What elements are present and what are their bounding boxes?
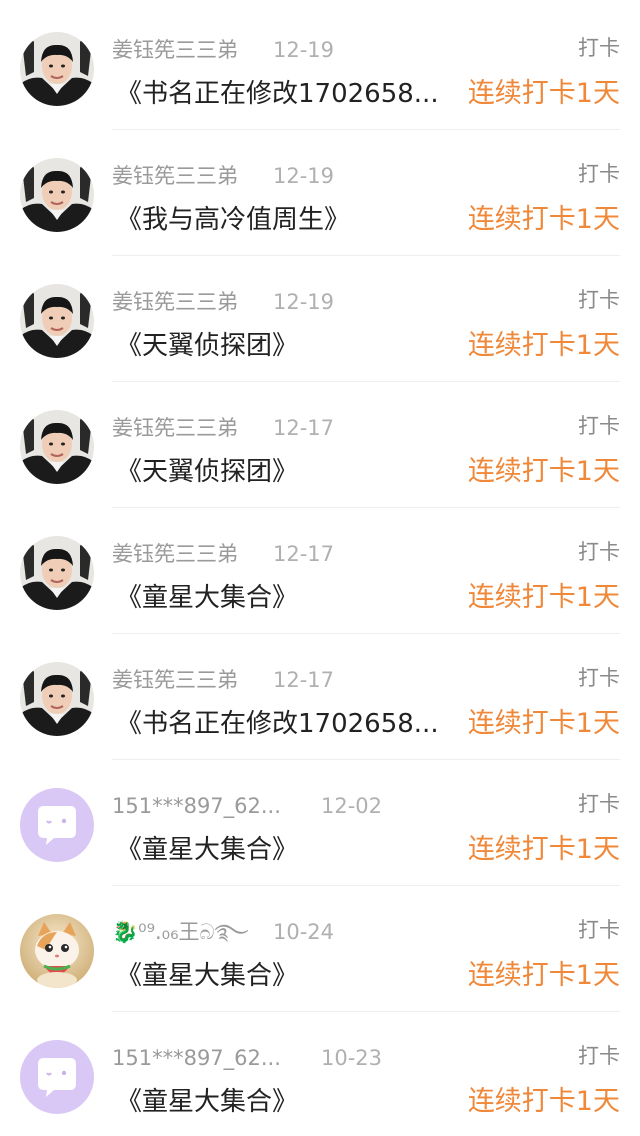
checkin-record-row[interactable]: 姜钰筅三三弟 12-19 打卡 《天翼侦探团》 连续打卡1天 — [0, 256, 640, 382]
checkin-date: 12-17 — [273, 416, 335, 440]
user-name[interactable]: 姜钰筅三三弟 — [112, 161, 298, 191]
book-title[interactable]: 《童星大集合》 — [116, 956, 448, 996]
checkin-record-row[interactable]: 姜钰筅三三弟 12-19 打卡 《书名正在修改1702658... 连续打卡1天 — [0, 4, 640, 130]
checkin-tag: 打卡 — [578, 414, 620, 438]
checkin-tag: 打卡 — [578, 288, 620, 312]
book-title[interactable]: 《书名正在修改1702658... — [116, 74, 448, 114]
book-title[interactable]: 《童星大集合》 — [116, 578, 448, 618]
checkin-tag: 打卡 — [578, 162, 620, 186]
checkin-record-row[interactable]: 🐉⁰⁹.₀₆王බ࿐ 10-24 打卡 《童星大集合》 连续打卡1天 — [0, 886, 640, 1012]
streak-label: 连续打卡1天 — [467, 960, 620, 991]
streak-label: 连续打卡1天 — [467, 456, 620, 487]
chat-bubble-icon — [20, 788, 94, 862]
checkin-date: 12-19 — [273, 38, 335, 62]
book-title[interactable]: 《天翼侦探团》 — [116, 326, 448, 366]
user-name[interactable]: 姜钰筅三三弟 — [112, 413, 298, 443]
streak-label: 连续打卡1天 — [467, 1086, 620, 1117]
streak-label: 连续打卡1天 — [467, 834, 620, 865]
user-avatar[interactable] — [20, 536, 94, 610]
streak-label: 连续打卡1天 — [467, 204, 620, 235]
user-avatar[interactable] — [20, 914, 94, 988]
user-avatar[interactable] — [20, 788, 94, 862]
checkin-date: 12-19 — [273, 164, 335, 188]
checkin-record-list: 姜钰筅三三弟 12-19 打卡 《书名正在修改1702658... 连续打卡1天… — [0, 0, 640, 1136]
streak-label: 连续打卡1天 — [467, 78, 620, 109]
checkin-tag: 打卡 — [578, 540, 620, 564]
user-name[interactable]: 151***897_62... — [112, 1043, 298, 1073]
checkin-date: 12-17 — [273, 542, 335, 566]
book-title[interactable]: 《我与高冷值周生》 — [116, 200, 448, 240]
streak-label: 连续打卡1天 — [467, 582, 620, 613]
checkin-tag: 打卡 — [578, 1044, 620, 1068]
kitten-photo-icon — [20, 914, 94, 988]
boy-photo-icon — [20, 32, 94, 106]
user-name[interactable]: 姜钰筅三三弟 — [112, 35, 298, 65]
checkin-date: 10-23 — [321, 1046, 383, 1070]
boy-photo-icon — [20, 410, 94, 484]
checkin-date: 12-19 — [273, 290, 335, 314]
boy-photo-icon — [20, 284, 94, 358]
checkin-date: 12-17 — [273, 668, 335, 692]
checkin-tag: 打卡 — [578, 36, 620, 60]
user-name[interactable]: 姜钰筅三三弟 — [112, 287, 298, 317]
user-name[interactable]: 151***897_62... — [112, 791, 298, 821]
streak-label: 连续打卡1天 — [467, 330, 620, 361]
user-avatar[interactable] — [20, 32, 94, 106]
checkin-date: 12-02 — [321, 794, 383, 818]
boy-photo-icon — [20, 662, 94, 736]
user-name[interactable]: 🐉⁰⁹.₀₆王බ࿐ — [112, 917, 298, 947]
user-avatar[interactable] — [20, 284, 94, 358]
checkin-record-row[interactable]: 姜钰筅三三弟 12-19 打卡 《我与高冷值周生》 连续打卡1天 — [0, 130, 640, 256]
checkin-tag: 打卡 — [578, 666, 620, 690]
checkin-record-row[interactable]: 姜钰筅三三弟 12-17 打卡 《童星大集合》 连续打卡1天 — [0, 508, 640, 634]
checkin-date: 10-24 — [273, 920, 335, 944]
user-avatar[interactable] — [20, 410, 94, 484]
user-avatar[interactable] — [20, 158, 94, 232]
boy-photo-icon — [20, 536, 94, 610]
checkin-record-row[interactable]: 151***897_62... 10-23 打卡 《童星大集合》 连续打卡1天 — [0, 1012, 640, 1136]
checkin-record-row[interactable]: 姜钰筅三三弟 12-17 打卡 《书名正在修改1702658... 连续打卡1天 — [0, 634, 640, 760]
book-title[interactable]: 《书名正在修改1702658... — [116, 704, 448, 744]
streak-label: 连续打卡1天 — [467, 708, 620, 739]
book-title[interactable]: 《天翼侦探团》 — [116, 452, 448, 492]
user-name[interactable]: 姜钰筅三三弟 — [112, 665, 298, 695]
chat-bubble-icon — [20, 1040, 94, 1114]
user-avatar[interactable] — [20, 1040, 94, 1114]
checkin-tag: 打卡 — [578, 918, 620, 942]
checkin-tag: 打卡 — [578, 792, 620, 816]
boy-photo-icon — [20, 158, 94, 232]
book-title[interactable]: 《童星大集合》 — [116, 830, 448, 870]
checkin-record-row[interactable]: 姜钰筅三三弟 12-17 打卡 《天翼侦探团》 连续打卡1天 — [0, 382, 640, 508]
checkin-record-row[interactable]: 151***897_62... 12-02 打卡 《童星大集合》 连续打卡1天 — [0, 760, 640, 886]
book-title[interactable]: 《童星大集合》 — [116, 1082, 448, 1122]
user-name[interactable]: 姜钰筅三三弟 — [112, 539, 298, 569]
user-avatar[interactable] — [20, 662, 94, 736]
